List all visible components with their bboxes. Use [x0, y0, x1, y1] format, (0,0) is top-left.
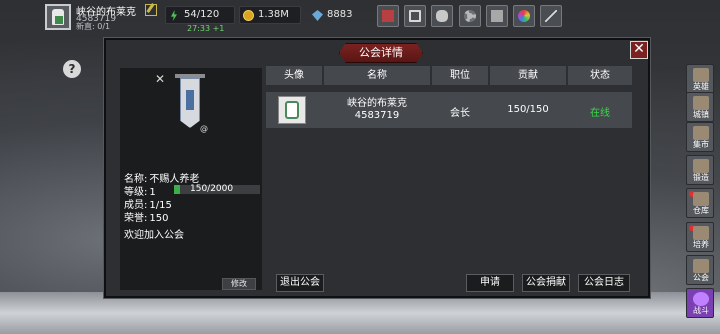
sword-icon	[545, 10, 557, 22]
side-menu-label: 锻造	[693, 173, 709, 182]
column-header-avatar: 头像	[266, 66, 322, 85]
gold-value: 1.38M	[258, 9, 289, 20]
edit-name-icon[interactable]	[145, 4, 157, 16]
column-header-contribution: 贡献	[490, 66, 566, 85]
guild-donate-button[interactable]: 公会捐献	[522, 274, 570, 292]
side-menu-label: 城镇	[693, 110, 709, 119]
energy-value: 54/120	[184, 9, 220, 20]
battle-portal-icon	[693, 292, 709, 306]
guild-log-button[interactable]: 公会日志	[578, 274, 630, 292]
side-menu-market[interactable]: 集市	[686, 122, 714, 152]
gear-icon	[464, 10, 476, 22]
member-id: 4583719	[354, 110, 400, 121]
side-menu-warehouse[interactable]: 仓库	[686, 188, 714, 218]
guild-honor: 150	[149, 213, 169, 224]
side-menu-town[interactable]: 城镇	[686, 92, 714, 122]
avatar-cloak-icon	[55, 16, 63, 24]
background-ground	[0, 292, 720, 334]
side-menu-label: 集市	[693, 140, 709, 149]
player-avatar[interactable]	[45, 4, 71, 30]
lightning-icon	[169, 10, 180, 21]
side-menu-label: 英雄	[693, 82, 709, 91]
gamepad-button[interactable]	[431, 5, 453, 27]
side-menu-guild[interactable]: 公会	[686, 255, 714, 285]
side-menu-label: 仓库	[693, 206, 709, 215]
member-avatar	[278, 96, 306, 124]
guild-welcome-text: 欢迎加入公会	[124, 230, 184, 241]
quit-guild-button[interactable]: 退出公会	[276, 274, 324, 292]
guild-exp-text: 150/2000	[190, 184, 234, 194]
guild-honor-label: 荣誉:	[124, 213, 148, 224]
modal-title: 公会详情	[339, 43, 423, 63]
side-menu-hero[interactable]: 英雄	[686, 64, 714, 94]
chest-icon	[693, 192, 709, 206]
column-header-position: 职位	[432, 66, 488, 85]
help-icon[interactable]: ?	[63, 60, 81, 78]
settings-button[interactable]	[459, 5, 481, 27]
sword-button[interactable]	[540, 5, 562, 27]
anvil-icon	[693, 159, 709, 173]
modify-button[interactable]: 修改	[222, 278, 256, 290]
shop-cart-icon	[382, 10, 394, 22]
apply-button[interactable]: 申请	[466, 274, 514, 292]
gift-button[interactable]	[486, 5, 508, 27]
gem-icon	[312, 10, 323, 21]
guild-exp-fill	[174, 185, 181, 194]
gem-value: 8883	[327, 9, 353, 20]
table-row[interactable]: 峡谷的布莱克 4583719 会长 150/150 在线	[266, 92, 632, 128]
column-header-name: 名称	[324, 66, 430, 85]
market-icon	[693, 126, 709, 140]
hero-icon	[693, 68, 709, 82]
dismiss-icon[interactable]: ✕	[155, 72, 165, 86]
shop-button[interactable]	[377, 5, 399, 27]
gamepad-icon	[436, 10, 448, 22]
train-icon	[693, 226, 709, 240]
banner-edit-icon[interactable]: @	[200, 124, 208, 133]
guild-details-modal: 公会详情 ✕ ✕ @ 名称: 不赐人养老 等级: 1 150/2000 成员: 1/1…	[104, 38, 650, 298]
color-wheel-icon	[518, 10, 530, 22]
guild-honor-row: 荣誉: 150	[124, 209, 168, 224]
top-bar: 峡谷的布莱克 4583719 新直: 0/1 54/120 27:33 +1 1…	[0, 0, 720, 34]
town-icon	[693, 96, 709, 110]
gold-counter[interactable]: 1.38M	[239, 6, 301, 24]
wheel-button[interactable]	[513, 5, 535, 27]
gem-counter[interactable]: 8883	[308, 6, 370, 24]
member-table-header: 头像 名称 职位 贡献 状态	[266, 66, 632, 86]
side-menu-forge[interactable]: 锻造	[686, 155, 714, 185]
close-button[interactable]: ✕	[630, 41, 648, 59]
member-figure-icon	[285, 101, 299, 119]
side-menu-label: 战斗	[693, 306, 709, 315]
side-menu-train[interactable]: 培养	[686, 222, 714, 252]
gold-coin-icon	[243, 10, 254, 21]
member-position: 会长	[450, 108, 470, 119]
column-header-status: 状态	[568, 66, 632, 85]
mail-button[interactable]	[404, 5, 426, 27]
energy-timer: 27:33 +1	[187, 24, 225, 33]
energy-counter[interactable]: 54/120	[165, 6, 235, 24]
side-menu-label: 培养	[693, 240, 709, 249]
gift-icon	[491, 10, 503, 22]
member-contribution: 150/150	[507, 104, 549, 115]
side-menu-battle[interactable]: 战斗	[686, 288, 714, 318]
guild-icon	[693, 259, 709, 273]
guild-info-panel: ✕ @ 名称: 不赐人养老 等级: 1 150/2000 成员: 1/15 荣誉: 15…	[120, 68, 262, 290]
member-status: 在线	[590, 108, 610, 119]
mail-icon	[409, 10, 421, 22]
side-menu-label: 公会	[693, 273, 709, 282]
player-sub: 新直: 0/1	[76, 22, 111, 31]
member-name: 峡谷的布莱克	[347, 98, 407, 109]
